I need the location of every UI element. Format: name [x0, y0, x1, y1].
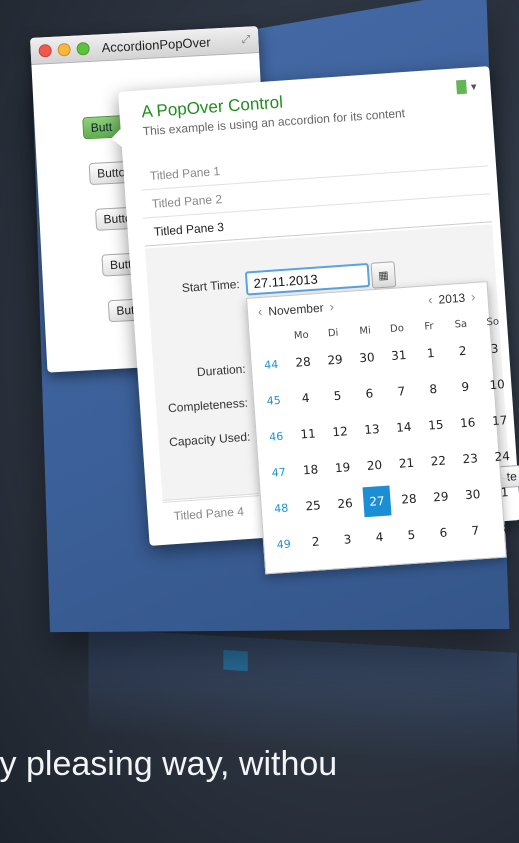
calendar-day[interactable]: 14 — [389, 411, 418, 443]
calendar-day[interactable]: 2 — [301, 526, 330, 558]
zoom-window-button[interactable] — [76, 41, 90, 56]
calendar-day[interactable]: 20 — [360, 450, 389, 482]
week-number: 44 — [263, 357, 279, 372]
calendar-day[interactable]: 28 — [394, 483, 423, 515]
calendar-day[interactable]: 3 — [333, 524, 362, 556]
calendar-day[interactable]: 8 — [493, 512, 519, 544]
month-selector: ‹ November › — [257, 299, 334, 319]
calendar-day[interactable]: 3 — [480, 333, 509, 365]
calendar-day[interactable]: 7 — [461, 515, 490, 547]
calendar-day[interactable]: 10 — [483, 369, 512, 401]
fullscreen-icon[interactable]: ⤢ — [241, 33, 250, 46]
reflection-highlight — [223, 649, 248, 672]
calendar-day[interactable]: 6 — [429, 517, 458, 549]
calendar-day[interactable]: 6 — [355, 378, 384, 410]
calendar-day[interactable]: 15 — [421, 409, 450, 441]
prev-year-icon[interactable]: ‹ — [428, 292, 433, 307]
slide-caption: ly pleasing way, withou — [0, 745, 338, 783]
calendar-day[interactable]: 29 — [321, 344, 350, 376]
calendar-day[interactable]: 29 — [426, 481, 455, 513]
calendar-day[interactable]: 5 — [397, 519, 426, 551]
calendar-day[interactable]: 24 — [488, 441, 517, 473]
week-number: 46 — [268, 429, 284, 444]
calendar-day[interactable]: 4 — [365, 521, 394, 553]
weekday-header: Fr — [423, 320, 434, 333]
dropdown-arrow-icon: ▾ — [470, 80, 477, 93]
calendar-day[interactable]: 4 — [291, 382, 320, 414]
window-title: AccordionPopOver — [101, 34, 211, 55]
week-number: 45 — [266, 393, 282, 408]
popover-arrow — [110, 127, 123, 149]
calendar-day[interactable]: 25 — [299, 490, 328, 522]
minimize-window-button[interactable] — [57, 42, 71, 57]
weekday-header: Di — [327, 327, 339, 339]
window-titlebar: AccordionPopOver ⤢ — [30, 26, 260, 65]
screenshot-stage: AccordionPopOver ⤢ Butt Butto Butto Butt… — [0, 0, 519, 843]
calendar-day[interactable]: 30 — [458, 479, 487, 511]
calendar-day[interactable]: 9 — [451, 371, 480, 403]
week-number: 49 — [276, 536, 292, 551]
calendar-icon[interactable]: ▦ — [370, 261, 397, 289]
weekday-header: Mo — [293, 329, 309, 342]
calendar-day[interactable]: 7 — [387, 375, 416, 407]
calendar-day[interactable]: 1 — [490, 477, 519, 509]
weekday-header: Do — [389, 322, 405, 335]
year-label: 2013 — [438, 290, 466, 307]
calendar-day[interactable]: 11 — [294, 418, 323, 450]
calendar-day[interactable]: 22 — [424, 445, 453, 477]
calendar-day[interactable]: 31 — [384, 340, 413, 372]
calendar-day[interactable]: 2 — [448, 335, 477, 367]
next-month-icon[interactable]: › — [329, 299, 334, 314]
month-label: November — [267, 300, 325, 318]
calendar-day[interactable]: 8 — [419, 373, 448, 405]
calendar-day[interactable]: 30 — [352, 342, 381, 374]
calendar-day[interactable]: 21 — [392, 447, 421, 479]
weekday-header: So — [486, 315, 500, 328]
calendar-day[interactable]: 27 — [362, 485, 392, 518]
week-number: 47 — [271, 465, 287, 480]
calendar-day[interactable]: 28 — [289, 346, 318, 378]
year-selector: ‹ 2013 › — [428, 289, 476, 307]
date-picker-popup: ‹ November › ‹ 2013 › Mo Di Mi Do Fr Sa So 44 28… — [246, 281, 511, 575]
prev-month-icon[interactable]: ‹ — [257, 304, 262, 319]
calendar-day[interactable]: 13 — [357, 414, 386, 446]
calendar-day[interactable]: 12 — [326, 416, 355, 448]
calendar-day[interactable]: 26 — [331, 488, 360, 520]
close-window-button[interactable] — [38, 43, 52, 58]
week-number: 48 — [273, 501, 289, 516]
color-swatch-icon — [456, 79, 468, 95]
calendar-day[interactable]: 18 — [296, 454, 325, 486]
calendar-day[interactable]: 1 — [416, 337, 445, 369]
weekday-header: Mi — [359, 324, 372, 337]
calendar-day[interactable]: 19 — [328, 452, 357, 484]
weekday-header: Sa — [454, 318, 468, 330]
popover-menu[interactable]: ▾ — [456, 79, 477, 95]
calendar-day[interactable]: 5 — [323, 380, 352, 412]
calendar-day[interactable]: 17 — [485, 405, 514, 437]
next-year-icon[interactable]: › — [471, 289, 476, 304]
calendar-day[interactable]: 23 — [456, 443, 485, 475]
calendar-day[interactable]: 16 — [453, 407, 482, 439]
